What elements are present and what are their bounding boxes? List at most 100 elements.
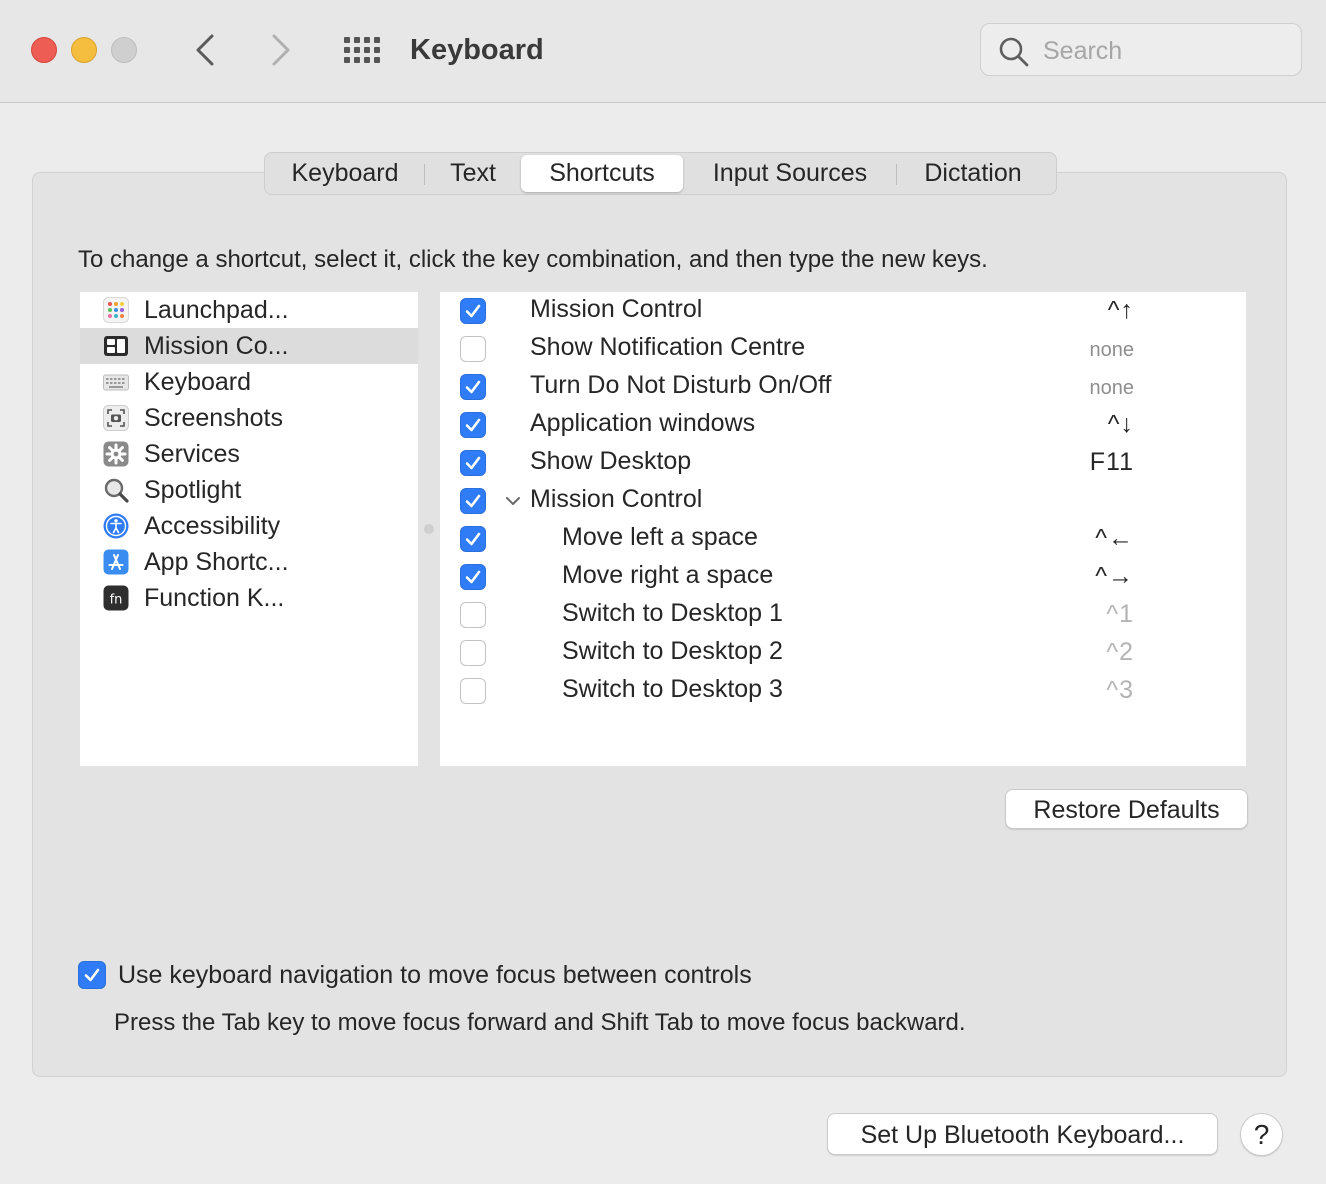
shortcut-key[interactable]: ^↑ bbox=[1108, 292, 1134, 330]
shortcut-checkbox[interactable] bbox=[460, 526, 486, 552]
category-label: App Shortc... bbox=[144, 548, 289, 576]
restore-defaults-button[interactable]: Restore Defaults bbox=[1005, 789, 1248, 829]
svg-text:fn: fn bbox=[110, 593, 123, 608]
shortcut-row-do-not-disturb[interactable]: Turn Do Not Disturb On/Off none bbox=[440, 368, 1246, 406]
category-list[interactable]: Launchpad... Mission Co... Keyboard Scre… bbox=[80, 292, 418, 766]
category-label: Function K... bbox=[144, 584, 285, 612]
search-field[interactable] bbox=[980, 23, 1302, 76]
shortcut-key[interactable]: ^2 bbox=[1106, 634, 1134, 672]
shortcut-checkbox[interactable] bbox=[460, 298, 486, 324]
screenshot-icon bbox=[103, 405, 129, 431]
shortcut-label: Show Notification Centre bbox=[530, 333, 806, 361]
tab-dictation[interactable]: Dictation bbox=[897, 155, 1049, 192]
forward-button[interactable] bbox=[260, 28, 300, 72]
chevron-down-icon[interactable] bbox=[504, 492, 522, 510]
tab-bar: Keyboard Text Shortcuts Input Sources Di… bbox=[264, 152, 1057, 195]
checkmark-icon bbox=[465, 380, 481, 394]
shortcut-group-mission-control[interactable]: Mission Control bbox=[440, 482, 1246, 520]
chevron-right-icon bbox=[272, 34, 290, 66]
search-input[interactable] bbox=[1041, 32, 1285, 70]
shortcut-checkbox[interactable] bbox=[460, 450, 486, 476]
category-item-keyboard[interactable]: Keyboard bbox=[80, 364, 418, 400]
shortcut-row-show-desktop[interactable]: Show Desktop F11 bbox=[440, 444, 1246, 482]
title-bar: Keyboard bbox=[0, 0, 1326, 103]
tab-shortcuts[interactable]: Shortcuts bbox=[521, 155, 683, 192]
window-title: Keyboard bbox=[410, 34, 544, 66]
shortcut-label: Show Desktop bbox=[530, 447, 692, 475]
keyboard-navigation-label[interactable]: Use keyboard navigation to move focus be… bbox=[118, 958, 752, 992]
shortcut-label: Turn Do Not Disturb On/Off bbox=[530, 371, 832, 399]
category-item-services[interactable]: Services bbox=[80, 436, 418, 472]
shortcut-row-mission-control[interactable]: Mission Control ^↑ bbox=[440, 292, 1246, 330]
setup-bluetooth-keyboard-button[interactable]: Set Up Bluetooth Keyboard... bbox=[827, 1113, 1218, 1155]
checkmark-icon bbox=[465, 494, 481, 508]
checkmark-icon bbox=[84, 968, 100, 982]
category-item-mission-control[interactable]: Mission Co... bbox=[80, 328, 418, 364]
search-icon bbox=[999, 37, 1029, 67]
category-item-accessibility[interactable]: Accessibility bbox=[80, 508, 418, 544]
shortcut-checkbox[interactable] bbox=[460, 602, 486, 628]
shortcut-label: Move right a space bbox=[562, 561, 774, 589]
shortcut-key[interactable]: ^→ bbox=[1095, 558, 1134, 596]
launchpad-icon bbox=[103, 297, 129, 323]
chevron-left-icon bbox=[196, 34, 214, 66]
category-label: Spotlight bbox=[144, 476, 242, 504]
category-item-launchpad[interactable]: Launchpad... bbox=[80, 292, 418, 328]
shortcut-key[interactable]: ^3 bbox=[1106, 672, 1134, 710]
category-item-app-shortcuts[interactable]: App Shortc... bbox=[80, 544, 418, 580]
category-item-spotlight[interactable]: Spotlight bbox=[80, 472, 418, 508]
category-item-screenshots[interactable]: Screenshots bbox=[80, 400, 418, 436]
keyboard-navigation-checkbox[interactable] bbox=[78, 961, 106, 989]
show-all-grid-icon[interactable] bbox=[343, 36, 381, 64]
shortcut-key[interactable]: none bbox=[1090, 330, 1135, 368]
shortcut-row-application-windows[interactable]: Application windows ^↓ bbox=[440, 406, 1246, 444]
accessibility-icon bbox=[103, 513, 129, 539]
shortcut-key[interactable]: none bbox=[1090, 368, 1135, 406]
shortcut-row-show-notification-centre[interactable]: Show Notification Centre none bbox=[440, 330, 1246, 368]
shortcut-checkbox[interactable] bbox=[460, 640, 486, 666]
shortcut-checkbox[interactable] bbox=[460, 336, 486, 362]
shortcut-checkbox[interactable] bbox=[460, 412, 486, 438]
shortcut-checkbox[interactable] bbox=[460, 564, 486, 590]
keyboard-icon bbox=[103, 374, 129, 391]
shortcut-row-switch-desktop-1[interactable]: Switch to Desktop 1 ^1 bbox=[440, 596, 1246, 634]
help-button[interactable]: ? bbox=[1240, 1113, 1283, 1156]
category-label: Services bbox=[144, 440, 240, 468]
close-window-button[interactable] bbox=[31, 37, 57, 63]
fn-key-icon: fn bbox=[103, 585, 129, 611]
shortcut-row-move-right-space[interactable]: Move right a space ^→ bbox=[440, 558, 1246, 596]
minimize-window-button[interactable] bbox=[71, 37, 97, 63]
zoom-window-button[interactable] bbox=[111, 37, 137, 63]
shortcut-label: Move left a space bbox=[562, 523, 758, 551]
shortcut-row-switch-desktop-2[interactable]: Switch to Desktop 2 ^2 bbox=[440, 634, 1246, 672]
category-label: Accessibility bbox=[144, 512, 281, 540]
shortcut-key[interactable]: ^↓ bbox=[1108, 406, 1134, 444]
category-label: Launchpad... bbox=[144, 296, 289, 324]
shortcut-key[interactable]: ^← bbox=[1095, 520, 1134, 558]
tab-keyboard[interactable]: Keyboard bbox=[265, 155, 425, 192]
list-splitter-handle[interactable] bbox=[424, 524, 434, 534]
checkmark-icon bbox=[465, 418, 481, 432]
shortcut-checkbox[interactable] bbox=[460, 678, 486, 704]
shortcut-checkbox[interactable] bbox=[460, 488, 486, 514]
magnifier-icon bbox=[104, 478, 129, 503]
shortcut-label: Mission Control bbox=[530, 295, 703, 323]
shortcut-key[interactable]: F11 bbox=[1090, 444, 1134, 482]
instructions-text: To change a shortcut, select it, click t… bbox=[78, 246, 988, 273]
shortcut-label: Switch to Desktop 1 bbox=[562, 599, 783, 627]
category-label: Keyboard bbox=[144, 368, 252, 396]
shortcut-row-switch-desktop-3[interactable]: Switch to Desktop 3 ^3 bbox=[440, 672, 1246, 710]
shortcut-checkbox[interactable] bbox=[460, 374, 486, 400]
tab-input-sources[interactable]: Input Sources bbox=[683, 155, 897, 192]
shortcut-label: Switch to Desktop 2 bbox=[562, 637, 783, 665]
shortcut-group-label: Mission Control bbox=[530, 485, 703, 513]
category-item-function-keys[interactable]: fn Function K... bbox=[80, 580, 418, 616]
checkmark-icon bbox=[465, 532, 481, 546]
shortcut-list[interactable]: Mission Control ^↑ Show Notification Cen… bbox=[440, 292, 1246, 766]
shortcut-row-move-left-space[interactable]: Move left a space ^← bbox=[440, 520, 1246, 558]
back-button[interactable] bbox=[186, 28, 226, 72]
checkmark-icon bbox=[465, 456, 481, 470]
tab-text[interactable]: Text bbox=[425, 155, 521, 192]
category-label: Mission Co... bbox=[144, 332, 289, 360]
shortcut-key[interactable]: ^1 bbox=[1106, 596, 1134, 634]
